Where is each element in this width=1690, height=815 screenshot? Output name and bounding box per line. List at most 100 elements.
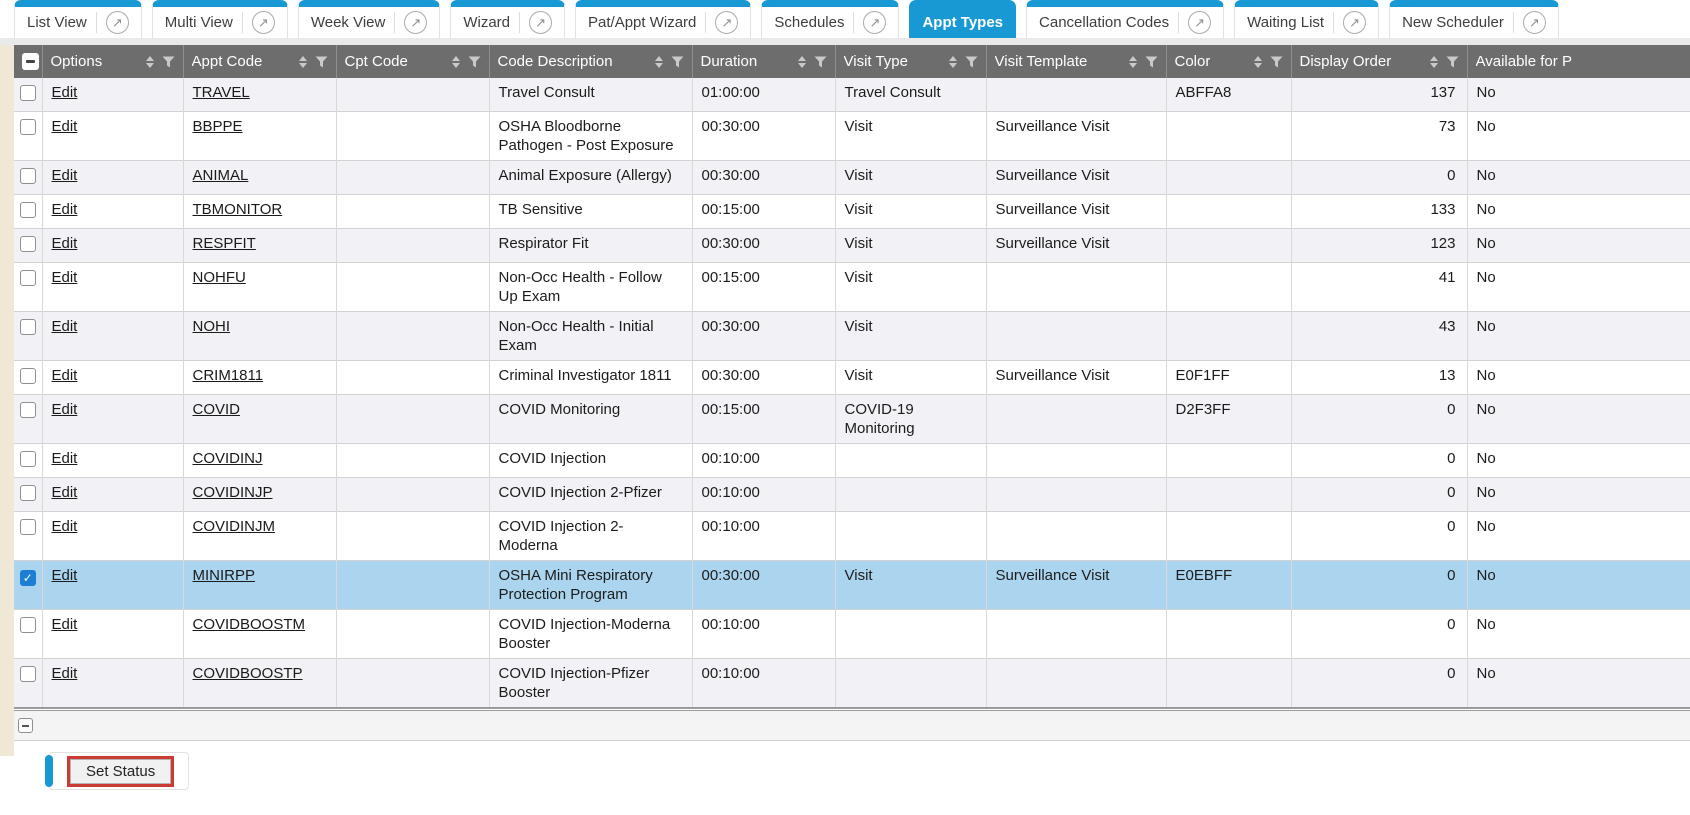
edit-link[interactable]: Edit	[52, 269, 78, 286]
filter-icon[interactable]	[671, 56, 684, 68]
filter-icon[interactable]	[1145, 56, 1158, 68]
edit-link[interactable]: Edit	[52, 401, 78, 418]
tab-multi-view[interactable]: Multi View↗	[152, 0, 288, 38]
filter-icon[interactable]	[1270, 56, 1283, 68]
edit-link[interactable]: Edit	[52, 450, 78, 467]
tab-pat-appt-wizard[interactable]: Pat/Appt Wizard↗	[575, 0, 751, 38]
appt-code-link[interactable]: COVIDINJ	[193, 450, 263, 467]
appt-code-link[interactable]: COVIDBOOSTM	[193, 616, 306, 633]
set-status-button[interactable]: Set Status	[70, 759, 171, 784]
filter-icon[interactable]	[814, 56, 827, 68]
row-checkbox[interactable]	[20, 368, 36, 384]
edit-link[interactable]: Edit	[52, 367, 78, 384]
edit-link[interactable]: Edit	[52, 318, 78, 335]
popout-icon[interactable]: ↗	[1523, 11, 1546, 34]
popout-icon[interactable]: ↗	[1343, 11, 1366, 34]
column-header-description[interactable]: Code Description	[489, 45, 692, 78]
appt-code-link[interactable]: COVIDBOOSTP	[193, 665, 303, 682]
tab-new-scheduler[interactable]: New Scheduler↗	[1389, 0, 1559, 38]
column-header-appt-code[interactable]: Appt Code	[183, 45, 336, 78]
tab-wizard[interactable]: Wizard↗	[450, 0, 565, 38]
edit-link[interactable]: Edit	[52, 616, 78, 633]
appt-code-link[interactable]: BBPPE	[193, 118, 243, 135]
sort-icon[interactable]	[1129, 56, 1137, 68]
row-checkbox[interactable]	[20, 666, 36, 682]
cell-visit-type	[835, 478, 986, 512]
column-header-display-order[interactable]: Display Order	[1291, 45, 1467, 78]
row-checkbox[interactable]	[20, 85, 36, 101]
row-checkbox[interactable]	[20, 270, 36, 286]
column-label: Cpt Code	[345, 53, 408, 70]
header-row: OptionsAppt Code Cpt Code Code Description…	[14, 45, 1690, 78]
filter-icon[interactable]	[315, 56, 328, 68]
edit-link[interactable]: Edit	[52, 118, 78, 135]
popout-icon[interactable]: ↗	[529, 11, 552, 34]
column-header-visit-template[interactable]: Visit Template	[986, 45, 1166, 78]
sort-icon[interactable]	[1430, 56, 1438, 68]
edit-link[interactable]: Edit	[52, 167, 78, 184]
row-checkbox[interactable]	[20, 168, 36, 184]
appt-code-link[interactable]: COVID	[193, 401, 241, 418]
cell-cpt-code	[336, 561, 489, 610]
appt-code-link[interactable]: TBMONITOR	[193, 201, 283, 218]
sort-icon[interactable]	[949, 56, 957, 68]
popout-icon[interactable]: ↗	[252, 11, 275, 34]
edit-link[interactable]: Edit	[52, 201, 78, 218]
tab-cancellation-codes[interactable]: Cancellation Codes↗	[1026, 0, 1224, 38]
popout-icon[interactable]: ↗	[863, 11, 886, 34]
row-checkbox[interactable]	[20, 319, 36, 335]
row-checkbox[interactable]	[20, 451, 36, 467]
row-checkbox[interactable]	[20, 236, 36, 252]
sort-icon[interactable]	[452, 56, 460, 68]
row-checkbox[interactable]	[20, 402, 36, 418]
column-header-cpt-code[interactable]: Cpt Code	[336, 45, 489, 78]
select-all-checkbox[interactable]	[22, 53, 39, 70]
row-checkbox[interactable]	[20, 202, 36, 218]
row-checkbox[interactable]	[20, 519, 36, 535]
column-header-options[interactable]: Options	[42, 45, 183, 78]
edit-link[interactable]: Edit	[52, 235, 78, 252]
column-header-duration[interactable]: Duration	[692, 45, 835, 78]
cell-appt-code: COVIDBOOSTM	[183, 610, 336, 659]
filter-icon[interactable]	[468, 56, 481, 68]
appt-code-link[interactable]: CRIM1811	[193, 367, 264, 384]
tab-waiting-list[interactable]: Waiting List↗	[1234, 0, 1379, 38]
row-checkbox[interactable]: ✓	[20, 570, 36, 586]
popout-icon[interactable]: ↗	[404, 11, 427, 34]
appt-code-link[interactable]: RESPFIT	[193, 235, 256, 252]
sort-icon[interactable]	[655, 56, 663, 68]
filter-icon[interactable]	[965, 56, 978, 68]
appt-code-link[interactable]: NOHI	[193, 318, 231, 335]
appt-code-link[interactable]: TRAVEL	[193, 84, 250, 101]
edit-link[interactable]: Edit	[52, 665, 78, 682]
sort-icon[interactable]	[299, 56, 307, 68]
appt-code-link[interactable]: ANIMAL	[193, 167, 249, 184]
row-checkbox[interactable]	[20, 617, 36, 633]
appt-code-link[interactable]: COVIDINJP	[193, 484, 273, 501]
row-checkbox[interactable]	[20, 119, 36, 135]
collapse-grid-icon[interactable]	[18, 718, 33, 733]
popout-icon[interactable]: ↗	[715, 11, 738, 34]
edit-link[interactable]: Edit	[52, 484, 78, 501]
appt-code-link[interactable]: COVIDINJM	[193, 518, 276, 535]
sort-icon[interactable]	[798, 56, 806, 68]
row-checkbox[interactable]	[20, 485, 36, 501]
tab-week-view[interactable]: Week View↗	[298, 0, 440, 38]
edit-link[interactable]: Edit	[52, 567, 78, 584]
filter-icon[interactable]	[162, 56, 175, 68]
tab-list-view[interactable]: List View↗	[14, 0, 142, 38]
filter-icon[interactable]	[1446, 56, 1459, 68]
edit-link[interactable]: Edit	[52, 84, 78, 101]
column-header-visit-type[interactable]: Visit Type	[835, 45, 986, 78]
actions-row: Set Status	[48, 752, 1690, 790]
popout-icon[interactable]: ↗	[106, 11, 129, 34]
tab-schedules[interactable]: Schedules↗	[761, 0, 899, 38]
appt-code-link[interactable]: MINIRPP	[193, 567, 256, 584]
tab-appt-types[interactable]: Appt Types	[909, 0, 1016, 38]
column-header-color[interactable]: Color	[1166, 45, 1291, 78]
popout-icon[interactable]: ↗	[1188, 11, 1211, 34]
appt-code-link[interactable]: NOHFU	[193, 269, 246, 286]
sort-icon[interactable]	[1254, 56, 1262, 68]
edit-link[interactable]: Edit	[52, 518, 78, 535]
sort-icon[interactable]	[146, 56, 154, 68]
